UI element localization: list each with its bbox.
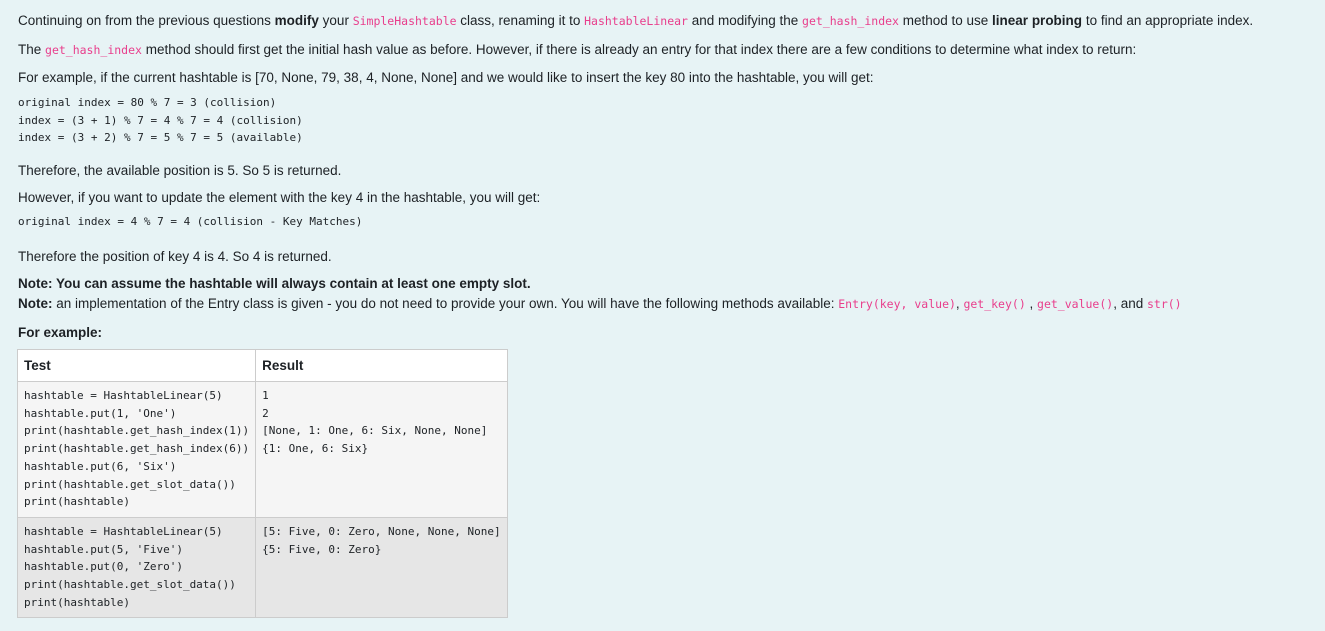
- bold-linear-probing: linear probing: [992, 13, 1083, 28]
- text-segment: class, renaming it to: [456, 13, 585, 28]
- test-cell: hashtable = HashtableLinear(5) hashtable…: [16, 516, 257, 619]
- text-segment: to find an appropriate index.: [1082, 13, 1254, 28]
- update-result-paragraph: Therefore the position of key 4 is 4. So…: [18, 249, 332, 264]
- code-entry: Entry(key, value): [838, 297, 956, 311]
- test-cell: hashtable = HashtableLinear(5) hashtable…: [16, 381, 257, 518]
- code-str: str(): [1146, 297, 1182, 311]
- result-paragraph: Therefore, the available position is 5. …: [18, 163, 342, 178]
- note-label: Note:: [18, 296, 53, 311]
- text-segment: method to use: [898, 13, 993, 28]
- example-paragraph: For example, if the current hashtable is…: [18, 70, 874, 85]
- table-row: hashtable = HashtableLinear(5) hashtable…: [16, 516, 508, 619]
- code-get-hash-index: get_hash_index: [802, 14, 899, 28]
- text-segment: , and: [1113, 296, 1147, 311]
- text-segment: your: [318, 13, 353, 28]
- code-simplehashtable: SimpleHashtable: [352, 14, 457, 28]
- result-cell: 1 2 [None, 1: One, 6: Six, None, None] {…: [255, 381, 508, 518]
- code-get-hash-index: get_hash_index: [45, 43, 142, 57]
- note-empty-slot: Note: You can assume the hashtable will …: [18, 275, 1313, 295]
- update-paragraph: However, if you want to update the eleme…: [18, 190, 541, 205]
- text-segment: an implementation of the Entry class is …: [52, 296, 839, 311]
- note-empty-slot-text: Note: You can assume the hashtable will …: [18, 276, 531, 291]
- for-example-label: For example:: [18, 325, 103, 340]
- result-cell: [5: Five, 0: Zero, None, None, None] {5:…: [255, 516, 508, 619]
- example-code-block: original index = 80 % 7 = 3 (collision) …: [18, 96, 303, 144]
- text-segment: and modifying the: [687, 13, 803, 28]
- code-get-key: get_key(): [963, 297, 1026, 311]
- table-row: hashtable = HashtableLinear(5) hashtable…: [16, 381, 508, 518]
- text-segment: Continuing on from the previous question…: [18, 13, 275, 28]
- update-code-block: original index = 4 % 7 = 4 (collision - …: [18, 215, 363, 228]
- note-entry-class: Note: an implementation of the Entry cla…: [18, 295, 1313, 324]
- question-text: Continuing on from the previous question…: [18, 12, 1313, 340]
- code-hashtablelinear: HashtableLinear: [584, 14, 688, 28]
- text-segment: method should first get the initial hash…: [141, 42, 1137, 57]
- code-get-value: get_value(): [1037, 297, 1114, 311]
- intro-paragraph: Continuing on from the previous question…: [18, 12, 1313, 41]
- for-example-heading: For example:: [18, 324, 1313, 340]
- bold-modify: modify: [274, 13, 319, 28]
- examples-table: Test Result hashtable = HashtableLinear(…: [16, 349, 508, 619]
- text-segment: ,: [1025, 296, 1038, 311]
- method-paragraph: The get_hash_index method should first g…: [18, 41, 1313, 69]
- text-segment: The: [18, 42, 46, 57]
- header-result: Result: [255, 349, 508, 382]
- header-test: Test: [16, 349, 257, 382]
- table-header-row: Test Result: [16, 349, 508, 382]
